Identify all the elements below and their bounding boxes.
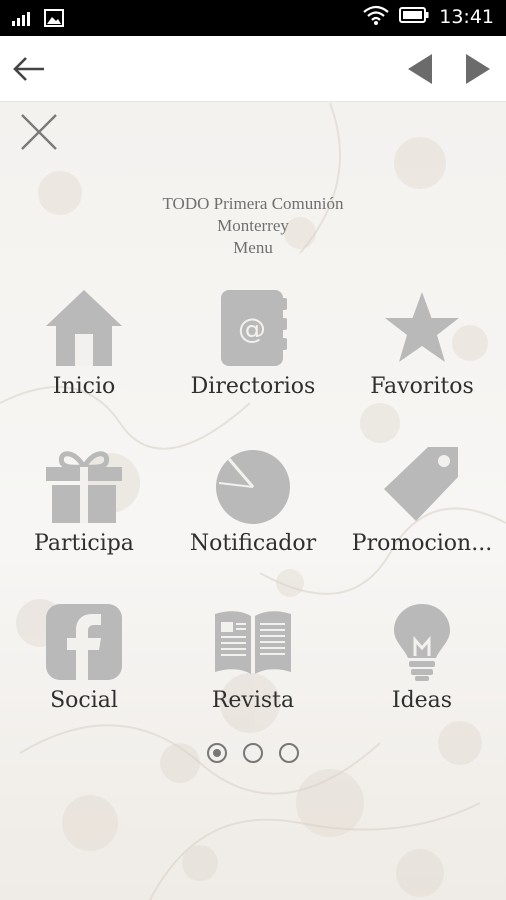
menu-item-directorios[interactable]: @ Directorios	[169, 288, 337, 428]
menu-item-participa[interactable]: Participa	[0, 445, 168, 585]
triangle-right-icon[interactable]	[460, 52, 494, 86]
lightbulb-icon	[382, 602, 462, 682]
page-dot-1[interactable]	[207, 743, 227, 763]
menu-item-promociones[interactable]: Promocion...	[338, 445, 506, 585]
menu-item-favoritos[interactable]: Favoritos	[338, 288, 506, 428]
page-indicator	[0, 743, 506, 763]
triangle-left-icon[interactable]	[404, 52, 438, 86]
address-book-icon: @	[213, 288, 293, 368]
tag-icon	[382, 445, 462, 525]
gift-icon	[44, 445, 124, 525]
title-line-2: Monterrey	[217, 216, 289, 235]
image-icon	[44, 9, 64, 31]
wifi-icon	[363, 5, 389, 29]
menu-item-label: Social	[50, 688, 118, 713]
menu-item-social[interactable]: Social	[0, 602, 168, 742]
close-icon[interactable]	[18, 111, 60, 153]
menu-item-label: Favoritos	[370, 374, 474, 399]
menu-title: TODO Primera Comunión Monterrey Menu	[0, 193, 506, 259]
menu-item-label: Revista	[211, 688, 295, 713]
menu-panel: TODO Primera Comunión Monterrey Menu Ini…	[0, 103, 506, 900]
menu-item-notificador[interactable]: Notificador	[169, 445, 337, 585]
title-line-1: TODO Primera Comunión	[162, 194, 344, 213]
menu-item-label: Ideas	[391, 688, 453, 713]
top-toolbar	[0, 36, 506, 102]
magazine-icon	[213, 602, 293, 682]
signal-icon	[12, 10, 34, 30]
title-line-3: Menu	[233, 238, 273, 257]
menu-item-revista[interactable]: Revista	[169, 602, 337, 742]
svg-text:@: @	[238, 312, 266, 345]
clock: 13:41	[439, 6, 494, 28]
status-bar: 13:41	[0, 0, 506, 36]
home-icon	[44, 288, 124, 368]
battery-icon	[399, 6, 429, 28]
star-icon	[382, 288, 462, 368]
menu-item-label: Inicio	[52, 374, 116, 399]
menu-item-label: Directorios	[190, 374, 316, 399]
menu-item-label: Participa	[34, 531, 134, 556]
page-dot-2[interactable]	[243, 743, 263, 763]
menu-item-label: Promocion...	[351, 531, 493, 556]
back-arrow-icon[interactable]	[10, 52, 50, 86]
facebook-icon	[44, 602, 124, 682]
menu-item-inicio[interactable]: Inicio	[0, 288, 168, 428]
menu-item-ideas[interactable]: Ideas	[338, 602, 506, 742]
page-dot-3[interactable]	[279, 743, 299, 763]
timer-icon	[213, 445, 293, 525]
menu-item-label: Notificador	[189, 531, 317, 556]
